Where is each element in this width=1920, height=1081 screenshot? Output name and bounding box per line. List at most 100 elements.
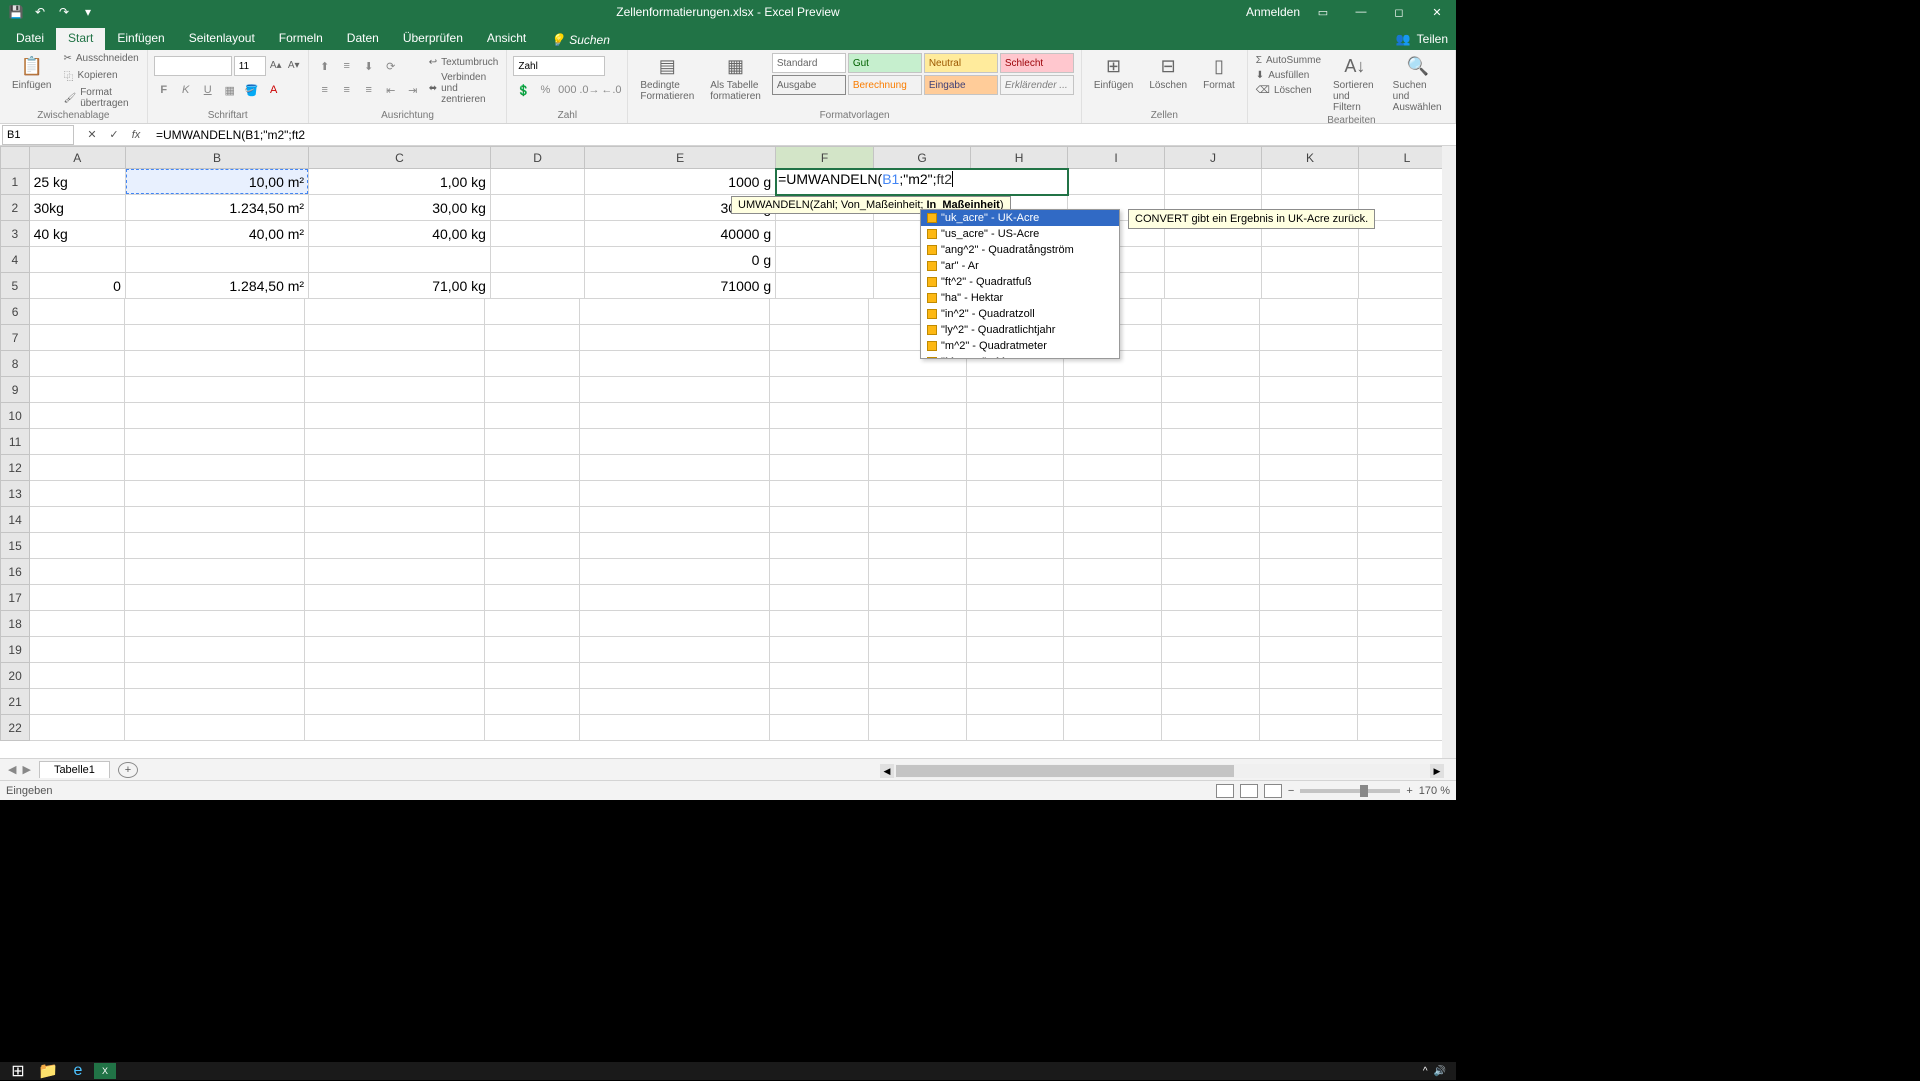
fill-color-button[interactable]: 🪣 bbox=[242, 80, 262, 100]
cell[interactable] bbox=[868, 481, 966, 507]
fx-button[interactable]: fx bbox=[126, 126, 146, 144]
view-normal-button[interactable] bbox=[1216, 784, 1234, 798]
row-header[interactable]: 3 bbox=[1, 221, 30, 247]
align-center-button[interactable]: ≡ bbox=[337, 80, 357, 100]
cell[interactable] bbox=[966, 715, 1064, 741]
cell[interactable] bbox=[30, 351, 125, 377]
cell[interactable] bbox=[125, 611, 305, 637]
cell[interactable] bbox=[125, 559, 305, 585]
cell[interactable] bbox=[769, 715, 868, 741]
row-header[interactable]: 11 bbox=[1, 429, 30, 455]
cell[interactable] bbox=[580, 611, 770, 637]
cell[interactable] bbox=[125, 429, 305, 455]
cell[interactable] bbox=[1064, 455, 1162, 481]
bold-button[interactable]: F bbox=[154, 80, 174, 100]
cell[interactable] bbox=[1162, 429, 1260, 455]
tab-daten[interactable]: Daten bbox=[335, 28, 391, 50]
cell-a1[interactable]: 25 kg bbox=[29, 169, 125, 195]
excel-taskbar-icon[interactable]: X bbox=[94, 1063, 116, 1079]
cell[interactable] bbox=[1358, 429, 1456, 455]
cell[interactable] bbox=[485, 715, 580, 741]
cell-c3[interactable]: 40,00 kg bbox=[309, 221, 491, 247]
cell[interactable] bbox=[1260, 455, 1358, 481]
scroll-thumb[interactable] bbox=[896, 765, 1234, 777]
cell[interactable] bbox=[1358, 481, 1456, 507]
cell-d1[interactable] bbox=[490, 169, 584, 195]
cell[interactable] bbox=[769, 507, 868, 533]
dropdown-item[interactable]: "ly^2" - Quadratlichtjahr bbox=[921, 322, 1119, 338]
cell[interactable] bbox=[1260, 325, 1358, 351]
redo-icon[interactable]: ↷ bbox=[54, 2, 74, 22]
cell[interactable] bbox=[769, 403, 868, 429]
cell[interactable] bbox=[305, 663, 485, 689]
cell[interactable] bbox=[769, 689, 868, 715]
cell[interactable] bbox=[966, 429, 1064, 455]
align-bottom-button[interactable]: ⬇ bbox=[359, 56, 379, 76]
cell[interactable] bbox=[966, 585, 1064, 611]
cell[interactable] bbox=[30, 507, 125, 533]
row-header[interactable]: 2 bbox=[1, 195, 30, 221]
row-header[interactable]: 4 bbox=[1, 247, 30, 273]
col-header-f[interactable]: F bbox=[776, 147, 874, 169]
cell[interactable] bbox=[485, 299, 580, 325]
cell[interactable] bbox=[1358, 637, 1456, 663]
cell[interactable] bbox=[30, 299, 125, 325]
cell-b1[interactable]: 10,00 m² bbox=[125, 169, 308, 195]
cell-e5[interactable]: 71000 g bbox=[585, 273, 776, 299]
dropdown-item[interactable]: "ft^2" - Quadratfuß bbox=[921, 274, 1119, 290]
cell[interactable] bbox=[1358, 559, 1456, 585]
cell[interactable] bbox=[1260, 533, 1358, 559]
cell[interactable] bbox=[966, 559, 1064, 585]
delete-cells-button[interactable]: ⊟Löschen bbox=[1143, 52, 1193, 93]
cell[interactable] bbox=[305, 507, 485, 533]
row-header[interactable]: 20 bbox=[1, 663, 30, 689]
cell-a3[interactable]: 40 kg bbox=[29, 221, 125, 247]
cell[interactable] bbox=[1260, 559, 1358, 585]
tab-seitenlayout[interactable]: Seitenlayout bbox=[177, 28, 267, 50]
cell[interactable] bbox=[125, 533, 305, 559]
cell[interactable] bbox=[769, 351, 868, 377]
cell[interactable] bbox=[1064, 403, 1162, 429]
cell[interactable] bbox=[868, 403, 966, 429]
cell[interactable] bbox=[580, 377, 770, 403]
cell[interactable] bbox=[1358, 455, 1456, 481]
cell[interactable] bbox=[125, 377, 305, 403]
cell[interactable] bbox=[868, 663, 966, 689]
cell[interactable] bbox=[966, 663, 1064, 689]
cell[interactable] bbox=[30, 689, 125, 715]
cell[interactable] bbox=[868, 611, 966, 637]
cell[interactable] bbox=[1260, 429, 1358, 455]
cell[interactable] bbox=[1358, 585, 1456, 611]
cell[interactable] bbox=[769, 455, 868, 481]
cell[interactable] bbox=[1162, 403, 1260, 429]
row-header[interactable]: 9 bbox=[1, 377, 30, 403]
cell[interactable] bbox=[30, 559, 125, 585]
cell-a2[interactable]: 30kg bbox=[29, 195, 125, 221]
autocomplete-dropdown[interactable]: "uk_acre" - UK-Acre"us_acre" - US-Acre"a… bbox=[920, 209, 1120, 359]
cell[interactable] bbox=[305, 689, 485, 715]
cell[interactable] bbox=[1064, 377, 1162, 403]
row-header[interactable]: 15 bbox=[1, 533, 30, 559]
ribbon-search[interactable]: 💡 Suchen bbox=[550, 33, 610, 50]
cell[interactable] bbox=[1068, 169, 1165, 195]
cell[interactable] bbox=[485, 663, 580, 689]
row-header[interactable]: 10 bbox=[1, 403, 30, 429]
row-header[interactable]: 22 bbox=[1, 715, 30, 741]
cell[interactable] bbox=[868, 455, 966, 481]
cell[interactable] bbox=[485, 533, 580, 559]
cell[interactable] bbox=[868, 559, 966, 585]
dropdown-item[interactable]: "m^2" - Quadratmeter bbox=[921, 338, 1119, 354]
file-explorer-icon[interactable]: 📁 bbox=[34, 1063, 62, 1079]
select-all-button[interactable] bbox=[1, 147, 30, 169]
row-header[interactable]: 5 bbox=[1, 273, 30, 299]
col-header-d[interactable]: D bbox=[490, 147, 584, 169]
cell[interactable] bbox=[868, 715, 966, 741]
style-neutral[interactable]: Neutral bbox=[924, 53, 998, 73]
find-select-button[interactable]: 🔍Suchen und Auswählen bbox=[1387, 52, 1449, 115]
cell[interactable] bbox=[966, 507, 1064, 533]
cell[interactable] bbox=[1260, 507, 1358, 533]
cell[interactable] bbox=[868, 585, 966, 611]
cell-f1[interactable]: =UMWANDELN(B1;"m2";ft2 bbox=[776, 169, 1068, 195]
cell[interactable] bbox=[305, 299, 485, 325]
tray-up-icon[interactable]: ^ bbox=[1423, 1066, 1428, 1077]
